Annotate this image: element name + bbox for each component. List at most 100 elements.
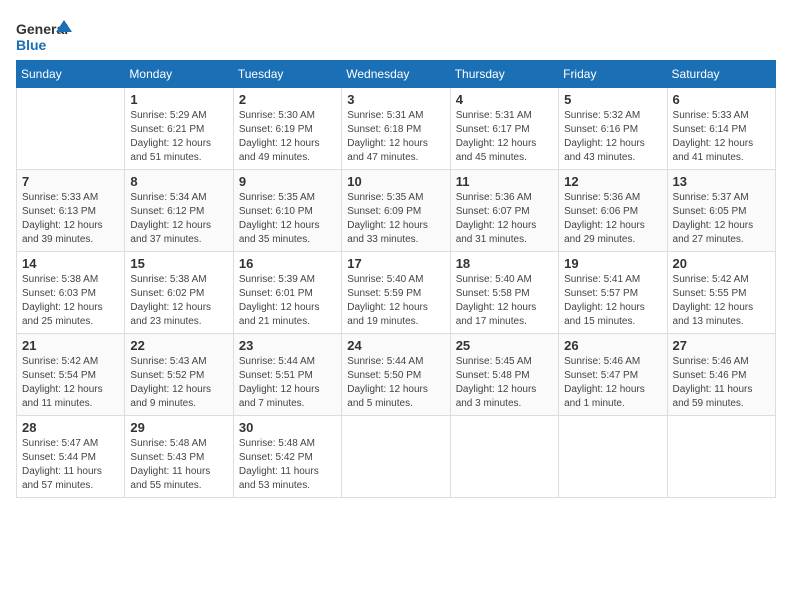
calendar-cell: 1Sunrise: 5:29 AMSunset: 6:21 PMDaylight… [125, 88, 233, 170]
calendar-cell: 6 Sunrise: 5:33 AMSunset: 6:14 PMDaylight… [667, 88, 775, 170]
calendar-week-3: 14 Sunrise: 5:38 AMSunset: 6:03 PMDayligh… [17, 252, 776, 334]
weekday-header-sunday: Sunday [17, 61, 125, 88]
day-number: 27 [673, 338, 770, 353]
day-info: Sunrise: 5:30 AMSunset: 6:19 PMDaylight:… [239, 109, 336, 165]
calendar-cell: 3 Sunrise: 5:31 AMSunset: 6:18 PMDaylight… [342, 88, 450, 170]
day-info: Sunrise: 5:35 AMSunset: 6:10 PMDaylight:… [239, 191, 336, 247]
day-info: Sunrise: 5:42 AMSunset: 5:55 PMDaylight:… [673, 273, 770, 329]
calendar-week-2: 7 Sunrise: 5:33 AMSunset: 6:13 PMDaylight… [17, 170, 776, 252]
calendar-cell [667, 416, 775, 498]
day-number: 12 [564, 174, 661, 189]
calendar-cell: 16 Sunrise: 5:39 AMSunset: 6:01 PMDayligh… [233, 252, 341, 334]
calendar-cell: 25 Sunrise: 5:45 AMSunset: 5:48 PMDayligh… [450, 334, 558, 416]
day-number: 23 [239, 338, 336, 353]
day-number: 22 [130, 338, 227, 353]
day-number: 15 [130, 256, 227, 271]
day-number: 16 [239, 256, 336, 271]
calendar-cell: 12Sunrise: 5:36 AMSunset: 6:06 PMDayligh… [559, 170, 667, 252]
calendar-cell: 15 Sunrise: 5:38 AMSunset: 6:02 PMDayligh… [125, 252, 233, 334]
day-info: Sunrise: 5:44 AMSunset: 5:50 PMDaylight:… [347, 355, 444, 411]
weekday-header-thursday: Thursday [450, 61, 558, 88]
day-number: 21 [22, 338, 119, 353]
calendar-week-4: 21 Sunrise: 5:42 AMSunset: 5:54 PMDayligh… [17, 334, 776, 416]
day-number: 8 [130, 174, 227, 189]
calendar-table: SundayMondayTuesdayWednesdayThursdayFrid… [16, 60, 776, 498]
calendar-cell: 11 Sunrise: 5:36 AMSunset: 6:07 PMDayligh… [450, 170, 558, 252]
calendar-cell: 23 Sunrise: 5:44 AMSunset: 5:51 PMDayligh… [233, 334, 341, 416]
day-number: 9 [239, 174, 336, 189]
calendar-cell: 28 Sunrise: 5:47 AMSunset: 5:44 PMDayligh… [17, 416, 125, 498]
calendar-cell: 26 Sunrise: 5:46 AMSunset: 5:47 PMDayligh… [559, 334, 667, 416]
day-info: Sunrise: 5:46 AMSunset: 5:46 PMDaylight:… [673, 355, 770, 411]
calendar-cell: 2 Sunrise: 5:30 AMSunset: 6:19 PMDaylight… [233, 88, 341, 170]
day-number: 25 [456, 338, 553, 353]
calendar-week-1: 1Sunrise: 5:29 AMSunset: 6:21 PMDaylight… [17, 88, 776, 170]
calendar-cell: 24 Sunrise: 5:44 AMSunset: 5:50 PMDayligh… [342, 334, 450, 416]
calendar-cell [450, 416, 558, 498]
day-number: 6 [673, 92, 770, 107]
day-number: 7 [22, 174, 119, 189]
day-number: 2 [239, 92, 336, 107]
logo: General Blue [16, 16, 76, 56]
day-info: Sunrise: 5:40 AMSunset: 5:59 PMDaylight:… [347, 273, 444, 329]
day-info: Sunrise: 5:44 AMSunset: 5:51 PMDaylight:… [239, 355, 336, 411]
day-number: 17 [347, 256, 444, 271]
calendar-cell: 20 Sunrise: 5:42 AMSunset: 5:55 PMDayligh… [667, 252, 775, 334]
weekday-header-monday: Monday [125, 61, 233, 88]
day-info: Sunrise: 5:39 AMSunset: 6:01 PMDaylight:… [239, 273, 336, 329]
day-info: Sunrise: 5:41 AMSunset: 5:57 PMDaylight:… [564, 273, 661, 329]
day-info: Sunrise: 5:35 AMSunset: 6:09 PMDaylight:… [347, 191, 444, 247]
day-number: 18 [456, 256, 553, 271]
day-number: 26 [564, 338, 661, 353]
day-info: Sunrise: 5:42 AMSunset: 5:54 PMDaylight:… [22, 355, 119, 411]
calendar-cell: 22 Sunrise: 5:43 AMSunset: 5:52 PMDayligh… [125, 334, 233, 416]
day-number: 11 [456, 174, 553, 189]
day-number: 24 [347, 338, 444, 353]
day-info: Sunrise: 5:43 AMSunset: 5:52 PMDaylight:… [130, 355, 227, 411]
day-number: 20 [673, 256, 770, 271]
calendar-cell: 29 Sunrise: 5:48 AMSunset: 5:43 PMDayligh… [125, 416, 233, 498]
day-number: 4 [456, 92, 553, 107]
day-info: Sunrise: 5:38 AMSunset: 6:03 PMDaylight:… [22, 273, 119, 329]
day-info: Sunrise: 5:45 AMSunset: 5:48 PMDaylight:… [456, 355, 553, 411]
calendar-cell: 21 Sunrise: 5:42 AMSunset: 5:54 PMDayligh… [17, 334, 125, 416]
day-number: 19 [564, 256, 661, 271]
day-info: Sunrise: 5:47 AMSunset: 5:44 PMDaylight:… [22, 437, 119, 493]
day-info: Sunrise: 5:37 AMSunset: 6:05 PMDaylight:… [673, 191, 770, 247]
calendar-cell: 30Sunrise: 5:48 AMSunset: 5:42 PMDayligh… [233, 416, 341, 498]
day-number: 14 [22, 256, 119, 271]
weekday-header-saturday: Saturday [667, 61, 775, 88]
calendar-cell: 9 Sunrise: 5:35 AMSunset: 6:10 PMDaylight… [233, 170, 341, 252]
calendar-cell: 13Sunrise: 5:37 AMSunset: 6:05 PMDayligh… [667, 170, 775, 252]
day-number: 3 [347, 92, 444, 107]
calendar-cell: 7 Sunrise: 5:33 AMSunset: 6:13 PMDaylight… [17, 170, 125, 252]
day-info: Sunrise: 5:29 AMSunset: 6:21 PMDaylight:… [130, 109, 227, 165]
calendar-cell [559, 416, 667, 498]
day-info: Sunrise: 5:36 AMSunset: 6:07 PMDaylight:… [456, 191, 553, 247]
day-info: Sunrise: 5:33 AMSunset: 6:14 PMDaylight:… [673, 109, 770, 165]
weekday-header-tuesday: Tuesday [233, 61, 341, 88]
weekday-header-friday: Friday [559, 61, 667, 88]
day-info: Sunrise: 5:38 AMSunset: 6:02 PMDaylight:… [130, 273, 227, 329]
calendar-cell: 27 Sunrise: 5:46 AMSunset: 5:46 PMDayligh… [667, 334, 775, 416]
day-info: Sunrise: 5:46 AMSunset: 5:47 PMDaylight:… [564, 355, 661, 411]
svg-text:Blue: Blue [16, 37, 47, 53]
day-number: 28 [22, 420, 119, 435]
day-info: Sunrise: 5:48 AMSunset: 5:43 PMDaylight:… [130, 437, 227, 493]
day-info: Sunrise: 5:31 AMSunset: 6:18 PMDaylight:… [347, 109, 444, 165]
page-header: General Blue [16, 16, 776, 56]
logo-svg: General Blue [16, 16, 76, 56]
calendar-cell [342, 416, 450, 498]
day-info: Sunrise: 5:40 AMSunset: 5:58 PMDaylight:… [456, 273, 553, 329]
day-number: 10 [347, 174, 444, 189]
calendar-cell: 10 Sunrise: 5:35 AMSunset: 6:09 PMDayligh… [342, 170, 450, 252]
day-number: 29 [130, 420, 227, 435]
day-info: Sunrise: 5:48 AMSunset: 5:42 PMDaylight:… [239, 437, 336, 493]
day-info: Sunrise: 5:33 AMSunset: 6:13 PMDaylight:… [22, 191, 119, 247]
calendar-cell: 18 Sunrise: 5:40 AMSunset: 5:58 PMDayligh… [450, 252, 558, 334]
day-info: Sunrise: 5:31 AMSunset: 6:17 PMDaylight:… [456, 109, 553, 165]
calendar-week-5: 28 Sunrise: 5:47 AMSunset: 5:44 PMDayligh… [17, 416, 776, 498]
day-number: 5 [564, 92, 661, 107]
calendar-cell: 14 Sunrise: 5:38 AMSunset: 6:03 PMDayligh… [17, 252, 125, 334]
calendar-header-row: SundayMondayTuesdayWednesdayThursdayFrid… [17, 61, 776, 88]
